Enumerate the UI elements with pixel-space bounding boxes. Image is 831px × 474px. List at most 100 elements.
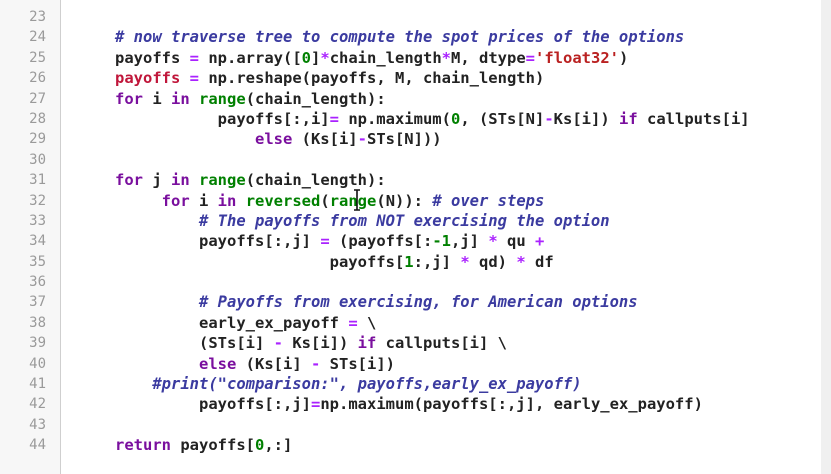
code-token: ( [320,191,330,210]
code-text[interactable]: for i in range(chain_length): [115,89,386,109]
code-line[interactable]: 34 payoffs[:,j] = (payoffs[:-1,j] * qu + [0,231,831,251]
code-line[interactable]: 26 payoffs = np.reshape(payoffs, M, chain… [0,68,831,88]
code-line[interactable]: 28 payoffs[:,i]= np.maximum(0, (STs[N]-K… [0,109,831,129]
code-token: (Ks[i] [236,354,311,373]
line-number: 42 [29,396,46,413]
code-text[interactable]: # The payoffs from NOT exercising the op… [115,211,610,231]
code-token: payoffs [115,48,190,67]
code-token: + [535,232,545,251]
code-token: #print("comparison:", payoffs,early_ex_p… [152,375,582,394]
line-number: 30 [29,151,46,168]
line-number: 29 [29,131,46,148]
code-text[interactable]: payoffs[:,j] = (payoffs[:-1,j] * qu + [115,231,544,251]
code-line[interactable]: 42 payoffs[:,j]=np.maximum(payoffs[:,j],… [0,394,831,414]
code-line[interactable]: 29 else (Ks[i]-STs[N])) [0,129,831,149]
code-token: * [441,48,452,67]
line-number: 27 [29,90,46,107]
code-token: , (STs[N] [460,109,545,128]
code-token: else [199,354,237,373]
code-line[interactable]: 44 return payoffs[0,:] [0,435,831,455]
code-token: payoffs[:,j] [199,232,321,251]
code-text[interactable]: #print("comparison:", payoffs,early_ex_p… [115,374,582,394]
code-text[interactable]: (STs[i] - Ks[i]) if callputs[i] \ [115,333,507,353]
code-token: :,j] [413,252,461,271]
code-token: 0 [255,436,265,455]
code-text[interactable]: payoffs[1:,j] * qd) * df [115,252,554,272]
code-token: if [618,109,638,128]
code-token: range [199,171,246,190]
code-token: in [171,171,190,190]
code-text[interactable]: early_ex_payoff = \ [115,313,376,333]
code-token: - [310,354,321,373]
code-line[interactable]: 40 else (Ks[i] - STs[i]) [0,354,831,374]
code-token: np.array([ [199,48,302,67]
code-token: if [357,334,377,353]
code-line[interactable]: 24 # now traverse tree to compute the spo… [0,27,831,47]
code-text[interactable]: payoffs = np.array([0]*chain_length*M, d… [115,48,628,68]
code-text[interactable]: for i in reversed(range(N)): # over step… [115,191,545,211]
code-token: (STs[i] [199,334,274,353]
code-line[interactable]: 32 for i in reversed(range(N)): # over s… [0,191,831,211]
line-number: 44 [29,437,46,454]
code-text[interactable]: payoffs[:,j]=np.maximum(payoffs[:,j], ea… [115,394,703,414]
code-text[interactable]: # now traverse tree to compute the spot … [115,27,684,47]
code-text[interactable]: else (Ks[i] - STs[i]) [115,354,395,374]
code-token: (payoffs[: [329,232,433,251]
code-token: early_ex_payoff [199,313,349,332]
code-line[interactable]: 25 payoffs = np.array([0]*chain_length*M,… [0,48,831,68]
code-line[interactable]: 33 # The payoffs from NOT exercising the… [0,211,831,231]
code-token: callputs[i] \ [376,334,507,353]
code-text[interactable]: return payoffs[0,:] [115,435,292,455]
code-token: qu [497,232,535,251]
code-line[interactable]: 38 early_ex_payoff = \ [0,313,831,333]
code-line[interactable]: 37 # Payoffs from exercising, for Americ… [0,292,831,312]
code-token: return [115,436,171,455]
code-token: payoffs [115,69,181,88]
code-editor[interactable]: 23 24 # now traverse tree to compute the s… [0,0,831,474]
code-text[interactable]: else (Ks[i]-STs[N])) [115,129,442,149]
code-line[interactable]: 27 for i in range(chain_length): [0,89,831,109]
code-token: = [525,48,536,67]
code-token: (chain_length): [245,171,386,190]
code-token: for [115,171,143,190]
line-number: 25 [29,49,46,66]
code-token: ,:] [264,436,293,455]
code-token: 0 [450,109,461,128]
code-token: payoffs[ [171,436,255,455]
line-number: 24 [29,29,46,46]
line-number: 43 [29,416,46,433]
code-token: qd) [469,252,517,271]
code-token: df [525,252,554,271]
code-token: in [217,191,237,210]
code-token: Ks[i]) [553,109,619,128]
line-number: 35 [29,253,46,270]
code-line[interactable]: 43 [0,415,831,435]
code-text[interactable]: for j in range(chain_length): [115,170,386,190]
code-line[interactable]: 30 [0,150,831,170]
code-text[interactable]: # Payoffs from exercising, for American … [115,292,638,312]
code-line[interactable]: 39 (STs[i] - Ks[i]) if callputs[i] \ [0,333,831,353]
code-line[interactable]: 36 [0,272,831,292]
line-number: 28 [29,110,46,127]
code-line[interactable]: 35 payoffs[1:,j] * qd) * df [0,252,831,272]
code-line[interactable]: 41 #print("comparison:", payoffs,early_e… [0,374,831,394]
line-number: 41 [29,376,46,393]
code-token: - [544,109,554,128]
code-token: # Payoffs from exercising, for American … [199,293,638,312]
code-token: payoffs[:,j] [199,395,311,414]
code-token: M, dtype [451,48,526,67]
code-line[interactable]: 23 [0,7,831,27]
code-line[interactable]: 31 for j in range(chain_length): [0,170,831,190]
code-token: * [320,48,330,67]
code-text[interactable]: payoffs[:,i]= np.maximum(0, (STs[N]-Ks[i… [115,109,750,129]
code-text[interactable]: payoffs = np.reshape(payoffs, M, chain_l… [115,68,544,88]
